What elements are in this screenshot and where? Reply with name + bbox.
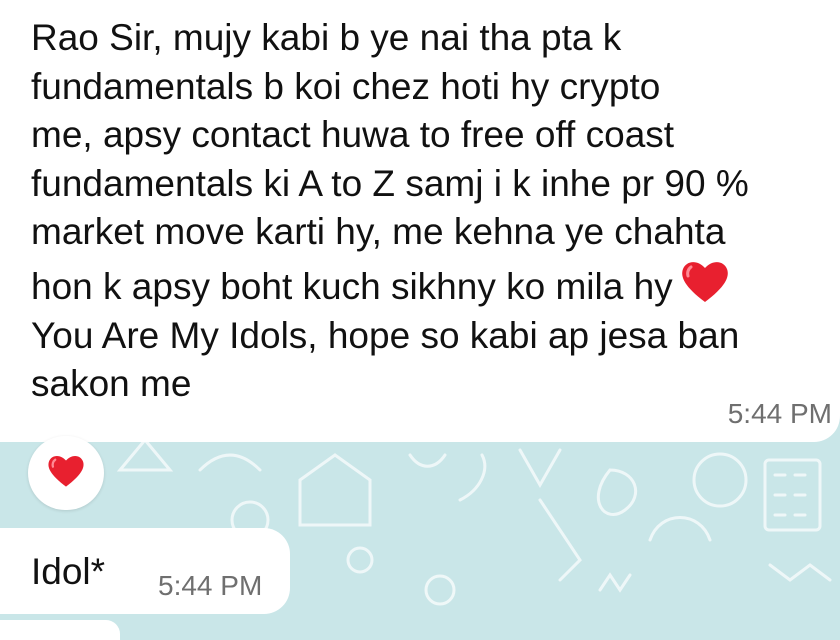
- message-text: Rao Sir, mujy kabi b ye nai tha pta k fu…: [31, 14, 820, 409]
- heart-reaction-icon: [46, 452, 86, 494]
- message-timestamp: 5:44 PM: [158, 570, 263, 601]
- next-message-bubble-edge: [0, 620, 120, 640]
- message-timestamp: 5:44 PM: [727, 398, 832, 429]
- heart-emoji-icon: [679, 257, 731, 305]
- message-text-part-2: You Are My Idols, hope so kabi ap jesa b…: [31, 314, 740, 405]
- reaction-badge[interactable]: [28, 436, 104, 510]
- message-bubble-correction[interactable]: Idol* 5:44 PM: [0, 528, 290, 614]
- message-text-part: Rao Sir, mujy kabi b ye nai tha pta k fu…: [31, 17, 749, 307]
- message-bubble[interactable]: Rao Sir, mujy kabi b ye nai tha pta k fu…: [0, 0, 840, 442]
